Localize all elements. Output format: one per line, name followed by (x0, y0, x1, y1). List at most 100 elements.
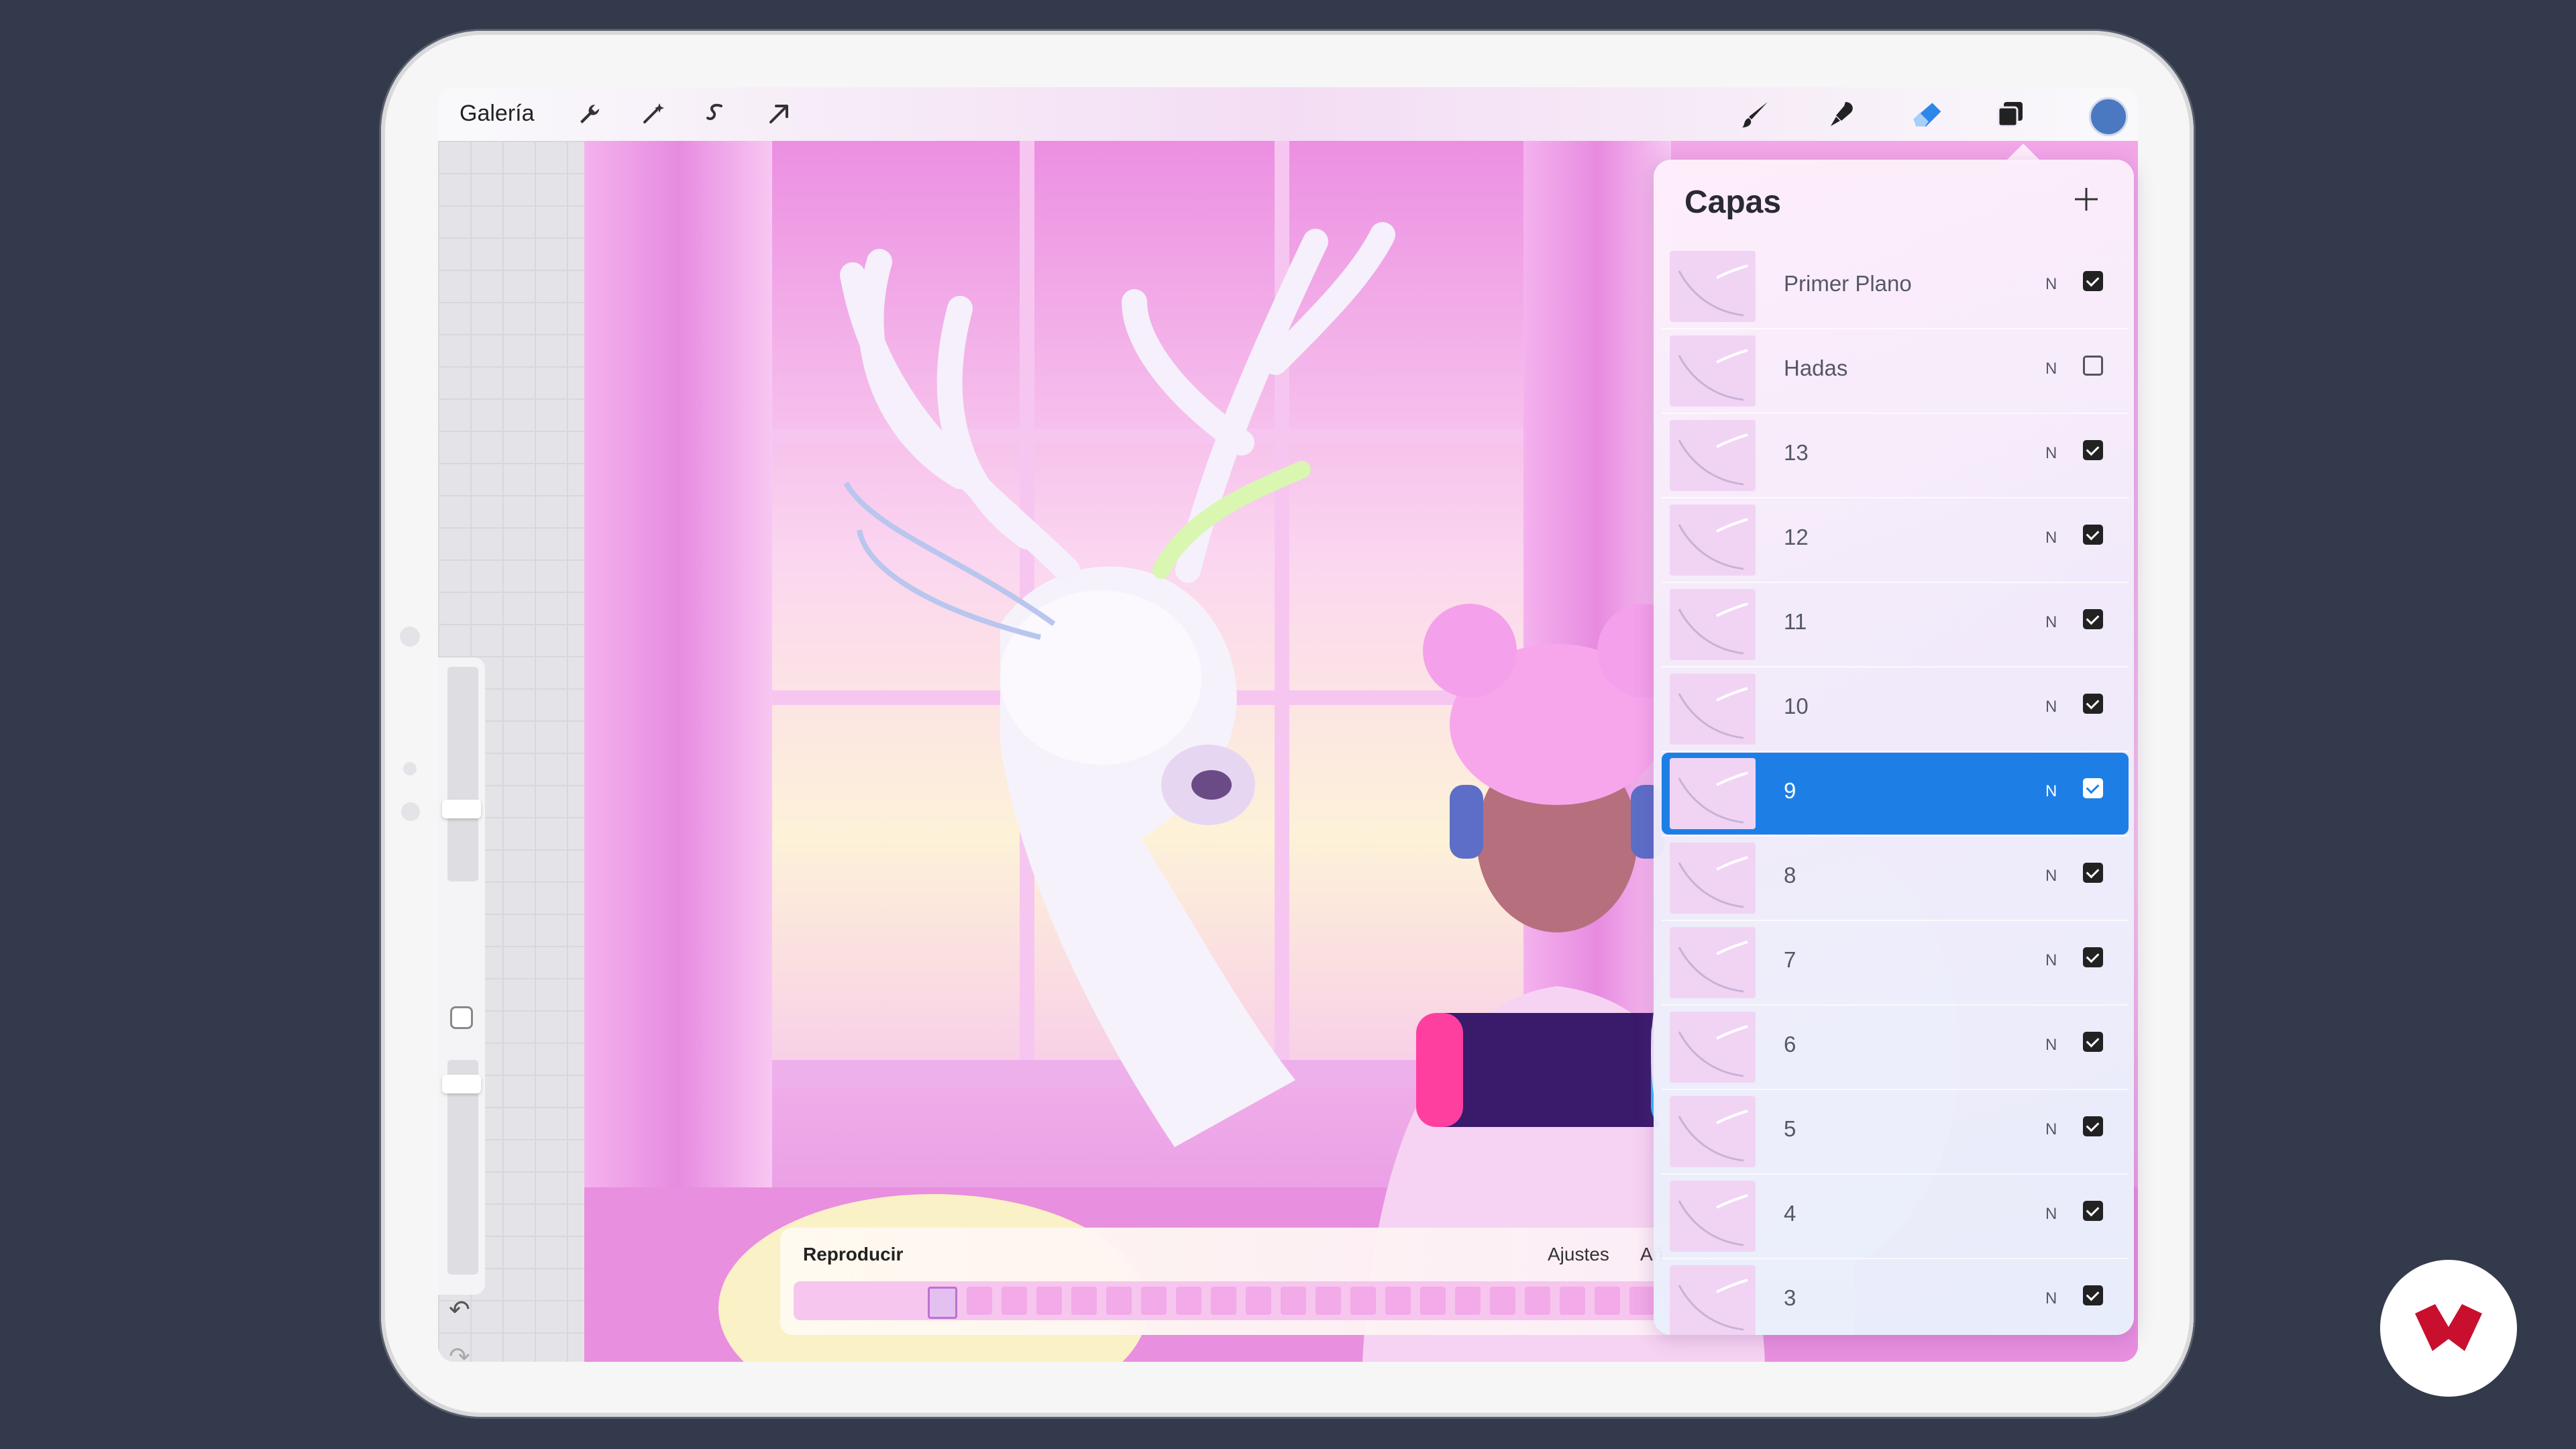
layer-name: 4 (1784, 1201, 1796, 1226)
layer-row[interactable]: 6N (1662, 1006, 2129, 1088)
layer-row[interactable]: 12 N (1662, 499, 2129, 581)
wrench-icon[interactable] (574, 98, 606, 130)
row-divider (1662, 328, 2129, 329)
timeline-frame[interactable] (1246, 1287, 1271, 1315)
layer-name: 10 (1784, 694, 1809, 718)
layer-blend-mode[interactable]: N (2045, 782, 2057, 801)
timeline-frame[interactable] (1281, 1287, 1306, 1315)
layer-visibility-checkbox[interactable] (2083, 694, 2103, 714)
row-divider (1662, 413, 2129, 414)
layer-thumbnail (1670, 1096, 1756, 1167)
layer-row[interactable]: Hadas N (1662, 330, 2129, 412)
timeline-frame[interactable] (1595, 1287, 1620, 1315)
layer-blend-mode[interactable]: N (2045, 951, 2057, 970)
layer-blend-mode[interactable]: N (2045, 275, 2057, 294)
layers-panel-title: Capas (1684, 184, 1782, 220)
timeline-frame[interactable] (1036, 1287, 1062, 1315)
timeline-frame[interactable] (1141, 1287, 1167, 1315)
eyedropper-square-button[interactable] (450, 1006, 473, 1029)
row-divider (1662, 1173, 2129, 1175)
layer-visibility-checkbox[interactable] (2083, 1116, 2103, 1136)
layer-row[interactable]: 9N (1662, 753, 2129, 835)
brush-size-slider[interactable] (447, 667, 478, 881)
left-sidebar: ↶ ↷ (438, 657, 485, 1362)
plus-icon[interactable] (2070, 182, 2103, 216)
timeline-frame[interactable] (1211, 1287, 1236, 1315)
layer-row[interactable]: 13 N (1662, 415, 2129, 496)
layer-thumbnail (1670, 758, 1756, 829)
layer-visibility-checkbox[interactable] (2083, 609, 2103, 629)
brush-size-knob[interactable] (442, 800, 481, 818)
timeline-frame[interactable] (1490, 1287, 1515, 1315)
timeline-frame[interactable] (1420, 1287, 1446, 1315)
layer-name: 6 (1784, 1032, 1796, 1057)
timeline-frame[interactable] (1350, 1287, 1376, 1315)
layer-blend-mode[interactable]: N (2045, 444, 2057, 463)
layer-visibility-checkbox[interactable] (2083, 271, 2103, 291)
opacity-knob[interactable] (442, 1075, 481, 1093)
settings-button[interactable]: Ajustes (1548, 1244, 1609, 1265)
timeline-frame[interactable] (1316, 1287, 1341, 1315)
layer-visibility-checkbox[interactable] (2083, 1285, 2103, 1305)
timeline-frame[interactable] (1525, 1287, 1550, 1315)
layer-visibility-checkbox[interactable] (2083, 863, 2103, 883)
row-divider (1662, 751, 2129, 752)
layer-visibility-checkbox[interactable] (2083, 778, 2103, 798)
layer-row[interactable]: 5N (1662, 1091, 2129, 1173)
layer-thumbnail (1670, 504, 1756, 576)
layer-visibility-checkbox[interactable] (2083, 356, 2103, 376)
eraser-icon[interactable] (1911, 98, 1943, 130)
timeline-frame[interactable] (967, 1287, 992, 1315)
layer-name: 8 (1784, 863, 1796, 888)
layer-name: Hadas (1784, 356, 1848, 380)
layer-blend-mode[interactable]: N (2045, 613, 2057, 632)
undo-icon[interactable]: ↶ (449, 1295, 470, 1325)
layer-name: 13 (1784, 440, 1809, 465)
layer-blend-mode[interactable]: N (2045, 867, 2057, 885)
layer-blend-mode[interactable]: N (2045, 360, 2057, 378)
layer-name: 7 (1784, 947, 1796, 972)
gallery-button[interactable]: Galería (460, 101, 535, 127)
selection-icon[interactable] (700, 98, 732, 130)
timeline-frame[interactable] (1629, 1287, 1655, 1315)
layer-visibility-checkbox[interactable] (2083, 525, 2103, 545)
redo-icon[interactable]: ↷ (449, 1342, 470, 1362)
layer-row[interactable]: 11 N (1662, 584, 2129, 665)
layer-blend-mode[interactable]: N (2045, 1289, 2057, 1308)
row-divider (1662, 1089, 2129, 1090)
color-picker-button[interactable] (2089, 97, 2128, 136)
timeline-frame[interactable] (1071, 1287, 1097, 1315)
sensor-dot (403, 762, 417, 775)
layer-blend-mode[interactable]: N (2045, 1205, 2057, 1224)
brush-icon[interactable] (1739, 98, 1772, 130)
row-divider (1662, 497, 2129, 498)
layer-row[interactable]: 3N (1662, 1260, 2129, 1335)
layer-visibility-checkbox[interactable] (2083, 1201, 2103, 1221)
magic-wand-icon[interactable] (637, 98, 669, 130)
row-divider (1662, 835, 2129, 837)
timeline-frame[interactable] (1176, 1287, 1201, 1315)
transform-arrow-icon[interactable] (763, 98, 795, 130)
layer-visibility-checkbox[interactable] (2083, 1032, 2103, 1052)
timeline-frame[interactable] (1002, 1287, 1027, 1315)
layer-row[interactable]: 8N (1662, 837, 2129, 919)
layer-blend-mode[interactable]: N (2045, 698, 2057, 716)
timeline-frame[interactable] (1455, 1287, 1481, 1315)
layer-name: Primer Plano (1784, 271, 1912, 296)
timeline-frame[interactable] (1560, 1287, 1585, 1315)
layer-row[interactable]: 7N (1662, 922, 2129, 1004)
play-button[interactable]: Reproducir (803, 1244, 903, 1265)
layer-row[interactable]: 4N (1662, 1175, 2129, 1257)
layer-blend-mode[interactable]: N (2045, 1036, 2057, 1055)
smudge-icon[interactable] (1825, 98, 1858, 130)
timeline-frame[interactable] (1106, 1287, 1132, 1315)
layer-visibility-checkbox[interactable] (2083, 440, 2103, 460)
layer-blend-mode[interactable]: N (2045, 529, 2057, 547)
layer-blend-mode[interactable]: N (2045, 1120, 2057, 1139)
layer-row[interactable]: 10 N (1662, 668, 2129, 750)
layers-icon[interactable] (1994, 98, 2027, 130)
timeline-frame[interactable] (1385, 1287, 1411, 1315)
layer-visibility-checkbox[interactable] (2083, 947, 2103, 967)
layer-row[interactable]: Primer Plano N (1662, 246, 2129, 327)
timeline-frame[interactable] (928, 1287, 957, 1319)
